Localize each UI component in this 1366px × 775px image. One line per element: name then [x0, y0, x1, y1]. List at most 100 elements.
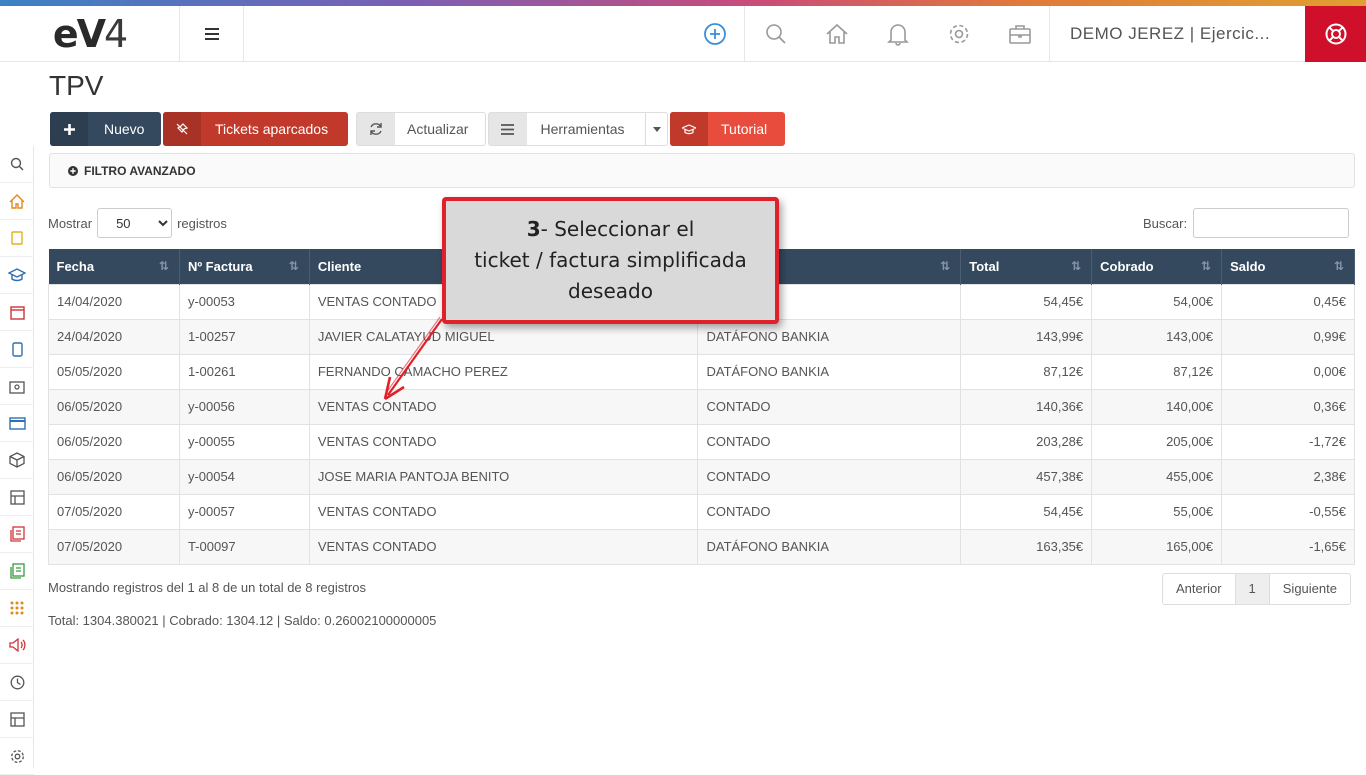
search-button[interactable] — [745, 6, 806, 62]
callout-line-2: ticket / factura simplificada — [474, 248, 747, 272]
page-length-prefix: Mostrar — [48, 215, 93, 231]
sidebar-item-search[interactable] — [0, 146, 34, 183]
clock-icon — [10, 675, 24, 689]
sort-icon: ⇅ — [1333, 259, 1344, 273]
sidebar-item-products[interactable] — [0, 442, 34, 479]
unpin-icon — [176, 123, 189, 135]
table-row[interactable]: 24/04/2020 1-00257 JAVIER CALATAYUD MIGUEL… — [48, 318, 1355, 355]
tools-button[interactable]: Herramientas — [488, 112, 668, 146]
sidebar-item-sales[interactable] — [0, 516, 34, 553]
sort-icon: ⇅ — [1071, 259, 1082, 273]
invoice-red-icon — [9, 526, 25, 542]
grid-dots-icon — [10, 601, 24, 615]
tools-dropdown-caret[interactable] — [645, 113, 667, 145]
notifications-button[interactable] — [867, 6, 928, 62]
credit-card-icon — [8, 416, 26, 430]
callout-line-1: - Seleccionar el — [540, 217, 695, 241]
table-row[interactable]: 05/05/2020 1-00261 FERNANDO CAMACHO PEREZ D… — [48, 353, 1355, 390]
table-cell: CONTADO — [697, 458, 962, 495]
sidebar-item-payments[interactable] — [0, 405, 34, 442]
lifebuoy-icon — [1325, 23, 1346, 45]
page-length-select[interactable]: 50 — [97, 208, 173, 238]
column-header-label: Fecha — [56, 258, 95, 274]
pagination-page[interactable]: 1 — [1234, 574, 1270, 604]
sidebar-item-purchases[interactable] — [0, 553, 34, 590]
callout-arrow-icon — [383, 316, 443, 401]
home-button[interactable] — [806, 6, 867, 62]
column-header-label: Saldo — [1230, 258, 1266, 274]
help-button[interactable] — [1305, 6, 1366, 62]
table-cell: 0,00€ — [1221, 353, 1355, 390]
column-header[interactable]: Saldo ⇅ — [1221, 249, 1355, 284]
top-bar: eV4 DEMO JEREZ | Ejercic... — [0, 6, 1366, 62]
sort-icon: ⇅ — [288, 259, 299, 273]
table-cell: y-00053 — [178, 283, 310, 320]
sort-icon: ⇅ — [1201, 259, 1212, 273]
table-cell: 06/05/2020 — [48, 458, 180, 495]
page-length: Mostrar 50 registros — [48, 208, 227, 238]
sidebar-item-apps[interactable] — [0, 590, 34, 627]
column-header[interactable]: Cobrado ⇅ — [1091, 249, 1223, 284]
table-cell: 1-00261 — [178, 353, 310, 390]
sidebar-item-settings[interactable] — [0, 738, 34, 775]
table-cell: CONTADO — [697, 388, 962, 425]
callout-step: 3 — [526, 217, 541, 241]
sidebar-item-contacts[interactable] — [0, 368, 34, 405]
table-row[interactable]: 07/05/2020 T-00097 VENTAS CONTADO DATÁFONO … — [48, 528, 1355, 565]
table-cell: 0,45€ — [1221, 283, 1355, 320]
table-row[interactable]: 06/05/2020 y-00055 VENTAS CONTADO CONTADO 20… — [48, 423, 1355, 460]
new-button[interactable]: Nuevo — [50, 112, 161, 146]
sidebar-item-training[interactable] — [0, 257, 34, 294]
advanced-filter-label: FILTRO AVANZADO — [84, 163, 196, 178]
briefcase-icon — [1008, 25, 1031, 44]
table-cell: y-00054 — [178, 458, 310, 495]
settings-button[interactable] — [928, 6, 989, 62]
add-button[interactable] — [684, 6, 745, 62]
table-cell: 54,45€ — [960, 283, 1093, 320]
tutorial-callout: 3- Seleccionar el ticket / factura simpl… — [442, 197, 779, 324]
sidebar-item-mobile[interactable] — [0, 331, 34, 368]
sidebar-item-marketing[interactable] — [0, 627, 34, 664]
logo[interactable]: eV4 — [0, 6, 180, 62]
search-input[interactable] — [1193, 208, 1350, 238]
gear-icon — [949, 24, 968, 44]
company-selector[interactable]: DEMO JEREZ | Ejercic... — [1070, 6, 1270, 62]
table-row[interactable]: 06/05/2020 y-00056 VENTAS CONTADO CONTADO 14… — [48, 388, 1355, 425]
table-cell: 07/05/2020 — [48, 493, 180, 530]
table-cell: 07/05/2020 — [48, 528, 180, 565]
search-icon — [765, 24, 786, 44]
table-cell: VENTAS CONTADO — [308, 528, 699, 565]
sidebar-item-time[interactable] — [0, 664, 34, 701]
pagination-previous[interactable]: Anterior — [1163, 574, 1235, 604]
column-header[interactable]: Nº Factura ⇅ — [179, 249, 310, 284]
list-icon — [501, 123, 515, 135]
column-header-label: Nº Factura — [187, 258, 253, 274]
phone-icon — [11, 341, 23, 357]
graduation-cap-icon — [682, 123, 696, 134]
tutorial-button[interactable]: Tutorial — [670, 112, 785, 146]
column-header-label: Cobrado — [1100, 258, 1154, 274]
refresh-button[interactable]: Actualizar — [356, 112, 486, 146]
column-header[interactable]: Fecha ⇅ — [48, 249, 180, 284]
briefcase-button[interactable] — [989, 6, 1050, 62]
table-cell: 0,36€ — [1221, 388, 1355, 425]
sidebar-item-store-2[interactable] — [0, 701, 34, 738]
table-row[interactable]: 07/05/2020 y-00057 VENTAS CONTADO CONTADO 54… — [48, 493, 1355, 530]
sidebar-item-store[interactable] — [0, 479, 34, 516]
table-cell: y-00056 — [178, 388, 310, 425]
table-cell: JAVIER CALATAYUD MIGUEL — [308, 318, 699, 355]
column-header[interactable]: Total ⇅ — [960, 249, 1093, 284]
table-row[interactable]: 06/05/2020 y-00054 JOSE MARIA PANTOJA BENI… — [48, 458, 1355, 495]
sidebar-item-home[interactable] — [0, 183, 34, 220]
parked-tickets-button[interactable]: Tickets aparcados — [163, 112, 348, 146]
sidebar-item-notes[interactable] — [0, 220, 34, 257]
table-cell: 05/05/2020 — [48, 353, 180, 390]
table-cell: JOSE MARIA PANTOJA BENITO — [308, 458, 699, 495]
pagination-next[interactable]: Siguiente — [1270, 574, 1350, 604]
sidebar-item-calendar[interactable] — [0, 294, 34, 331]
table-cell: 205,00€ — [1091, 423, 1223, 460]
table-cell: 457,38€ — [960, 458, 1093, 495]
menu-toggle-button[interactable] — [180, 6, 244, 62]
advanced-filter-toggle[interactable]: FILTRO AVANZADO — [49, 153, 1355, 188]
calendar-icon — [9, 305, 25, 320]
